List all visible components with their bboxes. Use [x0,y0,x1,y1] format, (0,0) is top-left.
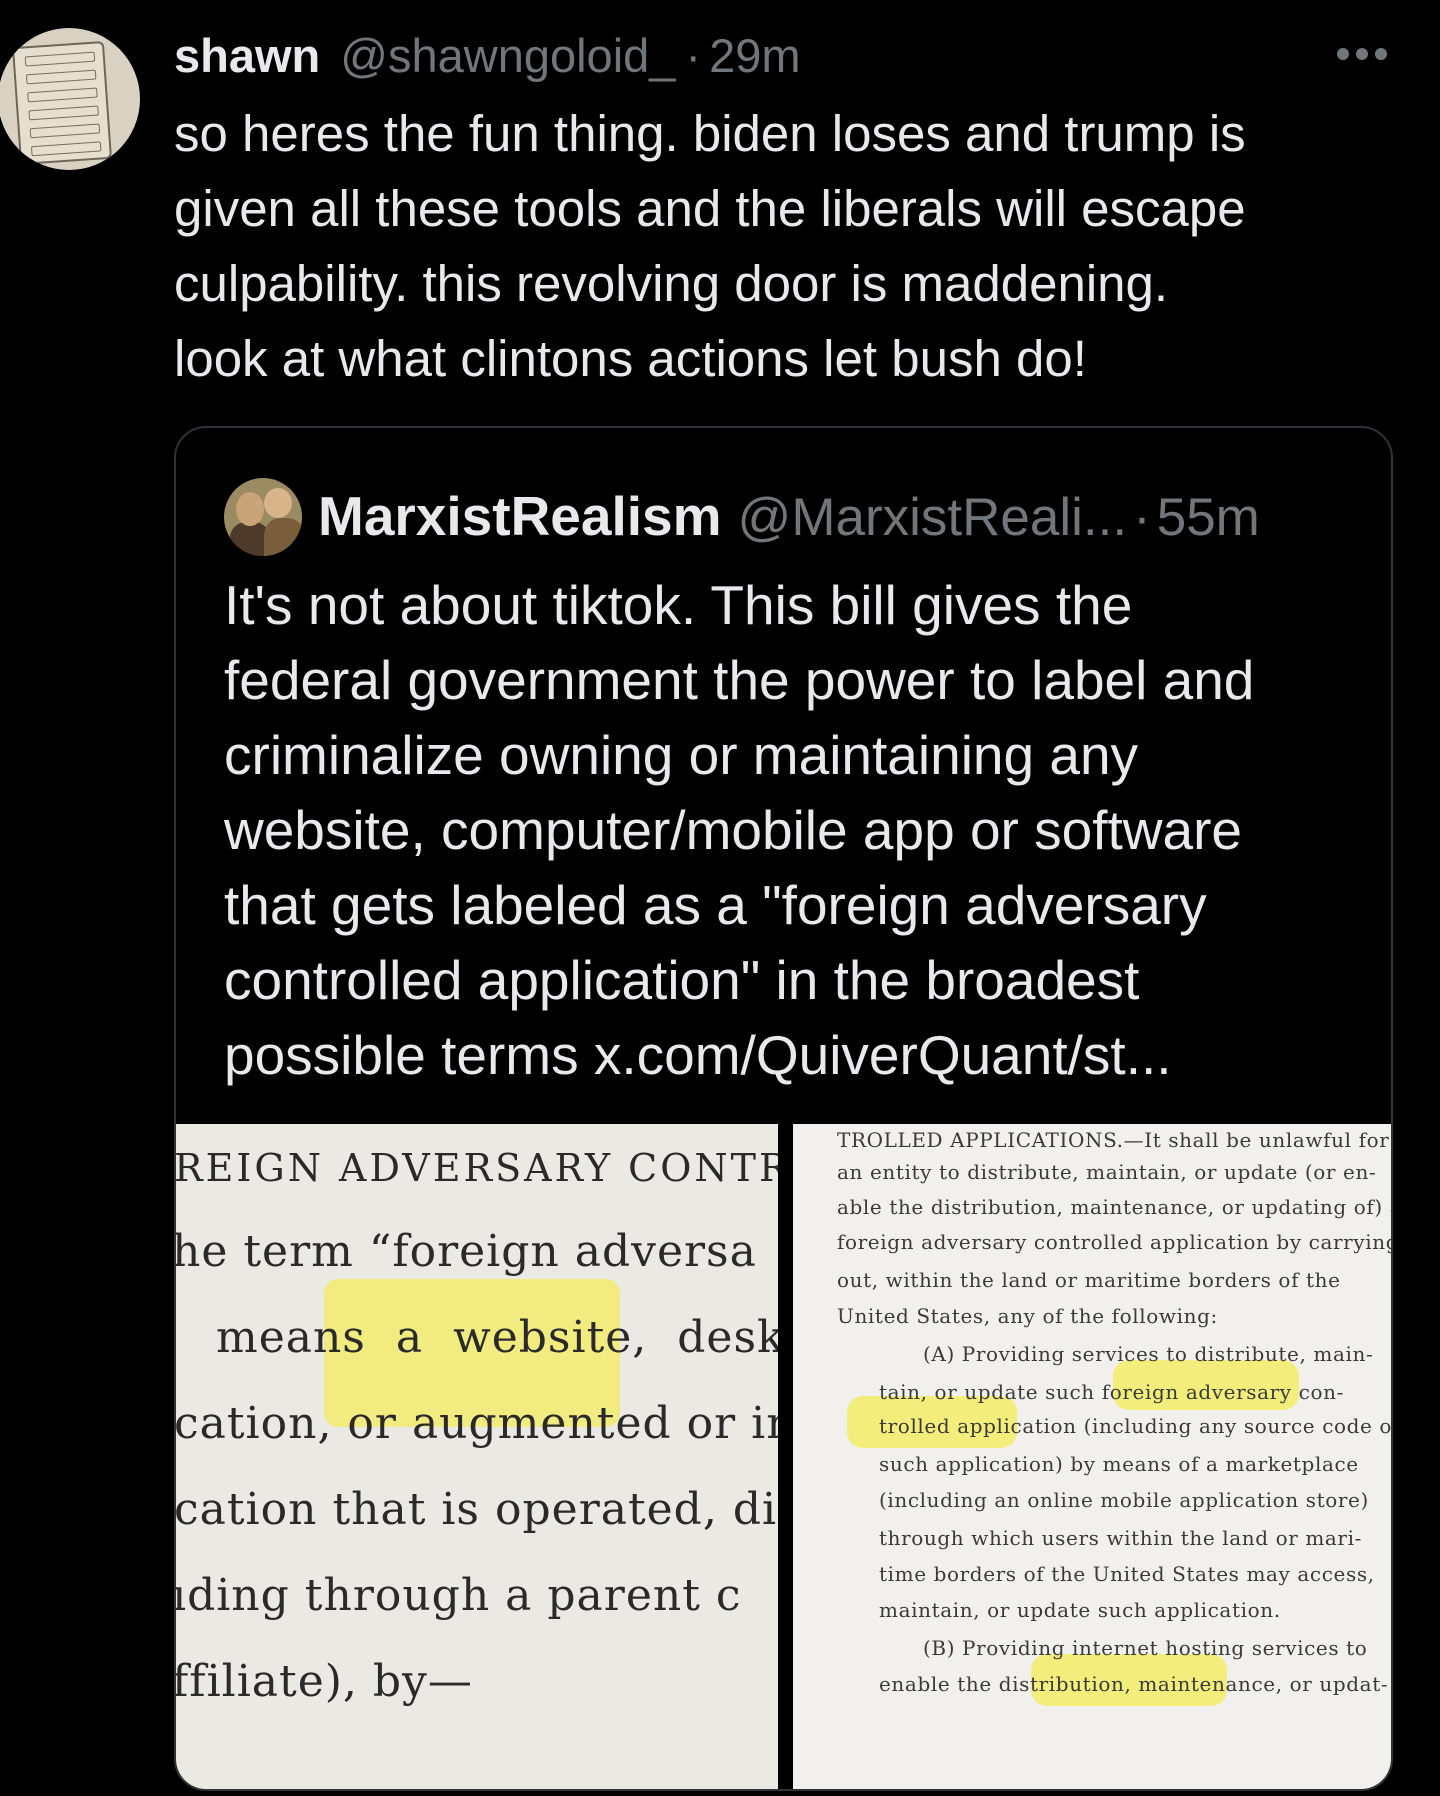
separator-dot: · [1133,488,1151,547]
tweet-text: so heres the fun thing. biden loses and … [174,96,1414,396]
document-line: such application) by means of a marketpl… [879,1452,1359,1476]
tweet-text-line: given all these tools and the liberals w… [174,180,1246,237]
document-line: maintain, or update such application. [879,1598,1281,1622]
quoted-tweet-link[interactable]: x.com/QuiverQuant/st... [594,1024,1172,1086]
quoted-text-prefix: possible terms [224,1024,594,1086]
document-line: ıding through a parent c [176,1570,742,1621]
document-line: (including an online mobile application … [879,1488,1369,1512]
tweet-timestamp[interactable]: 29m [709,28,800,83]
document-line: an entity to distribute, maintain, or up… [837,1160,1377,1184]
document-line: cation that is operated, di [176,1484,778,1535]
document-line: ffiliate), by— [176,1656,473,1707]
quoted-tweet[interactable]: MarxistRealism @MarxistReali... · 55m It… [174,426,1393,1791]
document-line: through which users within the land or m… [879,1526,1362,1550]
document-line: United States, any of the following: [837,1304,1218,1328]
quoted-text-line: website, computer/mobile app or software [224,799,1242,861]
more-options-icon[interactable] [1337,44,1387,64]
tweet[interactable]: shawn @shawngoloid_ · 29m so heres the f… [0,0,1440,1796]
quoted-tweet-timestamp[interactable]: 55m [1157,487,1260,548]
document-line: he term “foreign adversa [176,1226,757,1277]
quoted-text-line: possible terms x.com/QuiverQuant/st... [224,1018,1374,1093]
tweet-text-line: culpability. this revolving door is madd… [174,255,1169,312]
document-line: able the distribution, maintenance, or u… [837,1195,1393,1219]
media-image-right[interactable]: TROLLED APPLICATIONS.—It shall be unlawf… [793,1124,1393,1789]
quoted-author-handle[interactable]: @MarxistReali... [738,487,1128,548]
quoted-author-avatar[interactable] [224,478,302,556]
document-line: out, within the land or maritime borders… [837,1268,1341,1292]
document-line: TROLLED APPLICATIONS.—It shall be unlawf… [837,1128,1390,1152]
document-line: time borders of the United States may ac… [879,1562,1375,1586]
quoted-author-name[interactable]: MarxistRealism [318,484,722,548]
dot-icon [1375,48,1387,60]
author-handle[interactable]: @shawngoloid_ [340,28,675,83]
quoted-text-line: federal government the power to label an… [224,649,1255,711]
dot-icon [1356,48,1368,60]
document-line: tain, or update such foreign adversary c… [879,1380,1344,1404]
document-line: (A) Providing services to distribute, ma… [923,1342,1374,1366]
quoted-text-line: that gets labeled as a "foreign adversar… [224,874,1207,936]
document-line: foreign adversary controlled application… [837,1230,1393,1254]
dot-icon [1337,48,1349,60]
document-line: cation, or augmented or in [176,1398,778,1449]
document-line: enable the distribution, maintenance, or… [879,1672,1389,1696]
separator-dot: · [685,29,702,82]
tweet-header: shawn @shawngoloid_ · 29m [174,28,1394,84]
quoted-media[interactable]: REIGN ADVERSARY CONTRC he term “foreign … [176,1124,1393,1789]
avatar-drawing [11,40,113,166]
quoted-tweet-text: It's not about tiktok. This bill gives t… [224,568,1374,1093]
document-line: trolled application (including any sourc… [879,1414,1393,1438]
author-avatar[interactable] [0,28,140,170]
media-image-left[interactable]: REIGN ADVERSARY CONTRC he term “foreign … [176,1124,778,1789]
document-line: (B) Providing internet hosting services … [923,1636,1368,1660]
quoted-text-line: criminalize owning or maintaining any [224,724,1139,786]
quoted-tweet-header: MarxistRealism @MarxistReali... · 55m [318,484,1378,550]
author-name[interactable]: shawn [174,28,320,83]
quoted-text-line: controlled application" in the broadest [224,949,1140,1011]
tweet-text-line: so heres the fun thing. biden loses and … [174,105,1246,162]
quoted-text-line: It's not about tiktok. This bill gives t… [224,574,1133,636]
document-line: means a website, deskto [186,1312,778,1363]
tweet-text-line: look at what clintons actions let bush d… [174,330,1087,387]
document-line: REIGN ADVERSARY CONTRC [176,1146,778,1190]
